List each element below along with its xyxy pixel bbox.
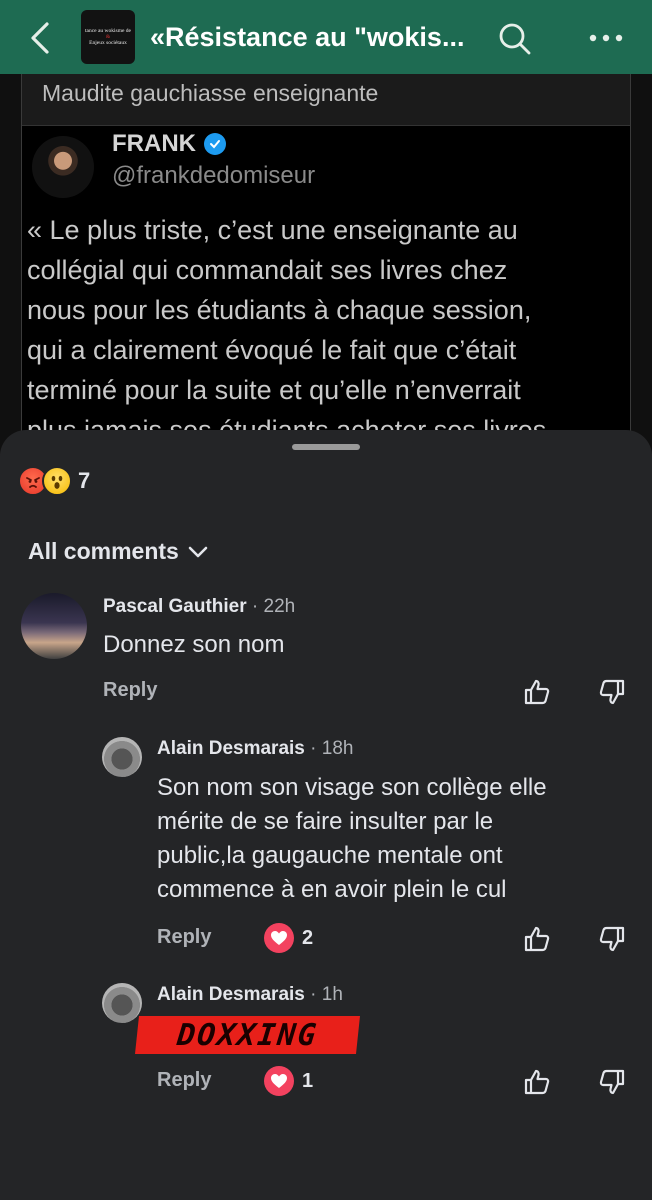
comment-filter-label: All comments	[28, 538, 179, 564]
top-app-bar: tance au wokisme de & Enjeux sociétaux «…	[0, 0, 652, 74]
tweet-line: qui a clairement évoqué le fait que c’ét…	[27, 335, 517, 365]
comment-filter-dropdown[interactable]: All comments	[28, 538, 209, 565]
thumbs-up-icon	[524, 679, 550, 705]
search-icon	[499, 23, 531, 55]
wow-reaction-icon	[42, 466, 72, 496]
reaction-count: 7	[78, 468, 91, 493]
comment-text: Donnez son nom	[103, 631, 285, 658]
avatar[interactable]	[21, 593, 87, 659]
reply-button[interactable]: Reply	[157, 926, 211, 949]
reaction-badge[interactable]: 2	[264, 923, 313, 953]
heart-icon	[264, 1066, 294, 1096]
post-caption-bar: Maudite gauchiasse enseignante	[22, 74, 630, 126]
thumbs-down-icon	[599, 1069, 625, 1095]
redaction-overlay: DOXXING	[135, 1016, 360, 1054]
tweet-author-name: FRANK	[112, 130, 196, 157]
tweet-body: « Le plus triste, c’est une enseignante …	[27, 210, 627, 450]
comment-author-name: Pascal Gauthier	[103, 596, 247, 617]
tweet-author-handle: @frankdedomiseur	[112, 162, 316, 189]
reply-button[interactable]: Reply	[103, 679, 157, 702]
comment-text: Son nom son visage son collège elle méri…	[157, 771, 547, 907]
comment-author-name: Alain Desmarais	[157, 738, 305, 759]
dislike-button[interactable]	[594, 1064, 630, 1100]
thumbs-up-icon	[524, 1069, 550, 1095]
tweet-line: collégial qui commandait ses livres chez	[27, 255, 508, 285]
thumbs-up-icon	[524, 926, 550, 952]
comment-timestamp: · 1h	[310, 984, 343, 1005]
comment-author[interactable]: Alain Desmarais · 1h	[157, 984, 343, 1006]
group-avatar[interactable]: tance au wokisme de & Enjeux sociétaux	[81, 10, 135, 64]
reactions-summary[interactable]: 7	[18, 466, 90, 496]
tweet-line: nous pour les étudiants à chaque session…	[27, 295, 532, 325]
search-button[interactable]	[494, 18, 536, 60]
comment-author[interactable]: Alain Desmarais · 18h	[157, 738, 353, 760]
tweet-author-avatar	[32, 136, 94, 198]
avatar[interactable]	[102, 737, 142, 777]
comment-text-line: commence à en avoir plein le cul	[157, 876, 507, 903]
avatar[interactable]	[102, 983, 142, 1023]
thumbs-down-icon	[599, 926, 625, 952]
chevron-down-icon	[188, 546, 208, 557]
more-options-button[interactable]	[584, 18, 628, 58]
reply-button[interactable]: Reply	[157, 1069, 211, 1092]
tweet-line: « Le plus triste, c’est une enseignante …	[27, 215, 518, 245]
post-caption: Maudite gauchiasse enseignante	[42, 80, 379, 106]
back-button[interactable]	[22, 18, 58, 58]
group-avatar-line-3: Enjeux sociétaux	[89, 40, 127, 46]
comments-sheet: 7 All comments Pascal Gauthier · 22h Don…	[0, 430, 652, 1200]
like-button[interactable]	[519, 921, 555, 957]
comment-author-name: Alain Desmarais	[157, 984, 305, 1005]
heart-icon	[264, 923, 294, 953]
comment-timestamp: · 22h	[251, 596, 296, 617]
tweet-line: terminé pour la suite et qu’elle n’enver…	[27, 375, 521, 405]
chevron-left-icon	[31, 22, 49, 54]
tweet-author-name-row: FRANK	[112, 130, 226, 158]
page-title[interactable]: «Résistance au "wokis...	[150, 22, 464, 53]
verified-badge-icon	[204, 133, 226, 155]
comment-text-line: mérite de se faire insulter par le	[157, 808, 494, 835]
comment-text-line: public,la gaugauche mentale ont	[157, 842, 503, 869]
redaction-label: DOXXING	[175, 1017, 320, 1053]
sheet-drag-handle[interactable]	[292, 444, 360, 450]
comment-text-line: Son nom son visage son collège elle	[157, 774, 547, 801]
dislike-button[interactable]	[594, 674, 630, 710]
comment-author[interactable]: Pascal Gauthier · 22h	[103, 596, 295, 618]
reaction-count: 1	[302, 1069, 314, 1092]
like-button[interactable]	[519, 1064, 555, 1100]
post-card[interactable]: Maudite gauchiasse enseignante FRANK @fr…	[21, 74, 631, 454]
post-background: Maudite gauchiasse enseignante FRANK @fr…	[0, 74, 652, 454]
reaction-badge[interactable]: 1	[264, 1066, 313, 1096]
dislike-button[interactable]	[594, 921, 630, 957]
like-button[interactable]	[519, 674, 555, 710]
thumbs-down-icon	[599, 679, 625, 705]
more-dots-icon	[589, 34, 623, 42]
reaction-count: 2	[302, 926, 314, 949]
comment-timestamp: · 18h	[310, 738, 354, 759]
